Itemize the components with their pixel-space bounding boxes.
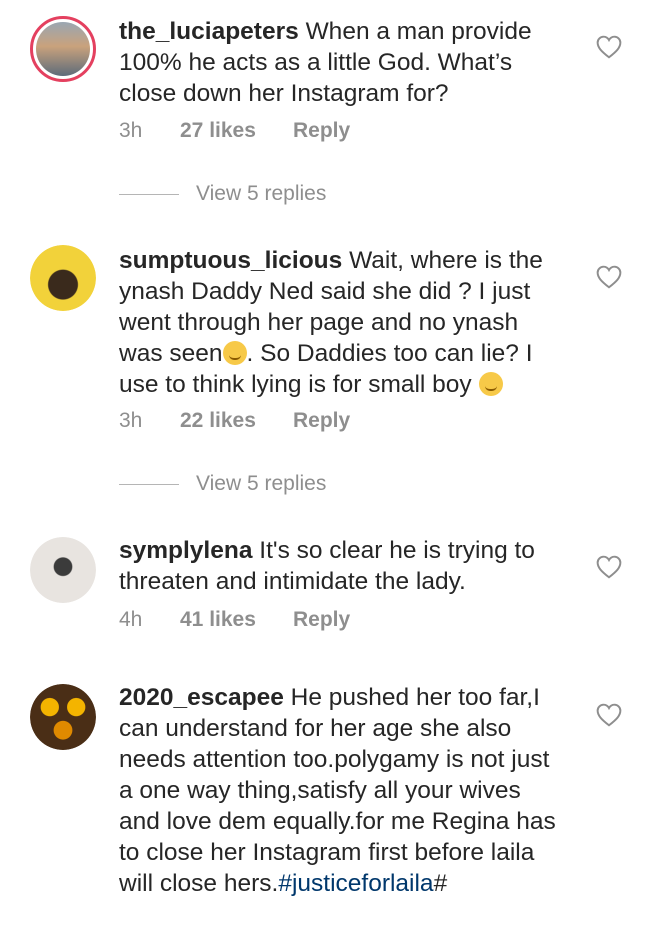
replies-divider <box>119 193 179 195</box>
avatar-image <box>30 245 96 311</box>
hashtag-link[interactable]: #justiceforlaila <box>278 870 433 897</box>
avatar-image <box>36 22 90 76</box>
comment-text-tail: # <box>433 870 448 897</box>
comment-likes[interactable]: 41 likes <box>180 608 293 632</box>
comment-body: the_luciapeters When a man provide 100% … <box>119 16 559 109</box>
heart-outline-icon[interactable] <box>596 555 622 579</box>
comment-meta: 4h 41 likes Reply <box>119 608 350 632</box>
reply-button[interactable]: Reply <box>293 608 350 632</box>
comment-username[interactable]: sumptuous_licious <box>119 247 342 274</box>
view-replies-button[interactable]: View 5 replies <box>119 472 326 496</box>
reply-button[interactable]: Reply <box>293 409 350 433</box>
comment-likes[interactable]: 27 likes <box>180 119 293 143</box>
heart-outline-icon[interactable] <box>596 703 622 727</box>
comment-username[interactable]: the_luciapeters <box>119 18 299 45</box>
view-replies-label: View 5 replies <box>196 182 327 205</box>
comment-body: sumptuous_licious Wait, where is the yna… <box>119 245 559 400</box>
comment-username[interactable]: symplylena <box>119 537 252 564</box>
comment-body: 2020_escapee He pushed her too far,I can… <box>119 682 559 899</box>
avatar[interactable] <box>30 684 96 750</box>
comment-likes[interactable]: 22 likes <box>180 409 293 433</box>
heart-outline-icon[interactable] <box>596 265 622 289</box>
view-replies-button[interactable]: View 5 replies <box>119 182 326 206</box>
comment-meta: 3h 22 likes Reply <box>119 409 350 433</box>
heart-outline-icon[interactable] <box>596 35 622 59</box>
comment-time: 3h <box>119 119 143 142</box>
reply-button[interactable]: Reply <box>293 119 350 143</box>
comment-time: 4h <box>119 608 143 631</box>
avatar[interactable] <box>30 537 96 603</box>
avatar[interactable] <box>30 245 96 311</box>
comment-body: symplylena It's so clear he is trying to… <box>119 535 559 597</box>
view-replies-label: View 5 replies <box>196 472 327 495</box>
comment-meta: 3h 27 likes Reply <box>119 119 350 143</box>
replies-divider <box>119 483 179 485</box>
comment-username[interactable]: 2020_escapee <box>119 684 284 711</box>
comment-text: He pushed her too far,I can understand f… <box>119 684 556 897</box>
comment-time: 3h <box>119 409 143 432</box>
avatar-image <box>30 684 96 750</box>
smirking-face-emoji <box>222 341 247 365</box>
avatar-image <box>30 537 96 603</box>
avatar[interactable] <box>30 16 96 82</box>
woozy-face-emoji <box>478 372 503 396</box>
